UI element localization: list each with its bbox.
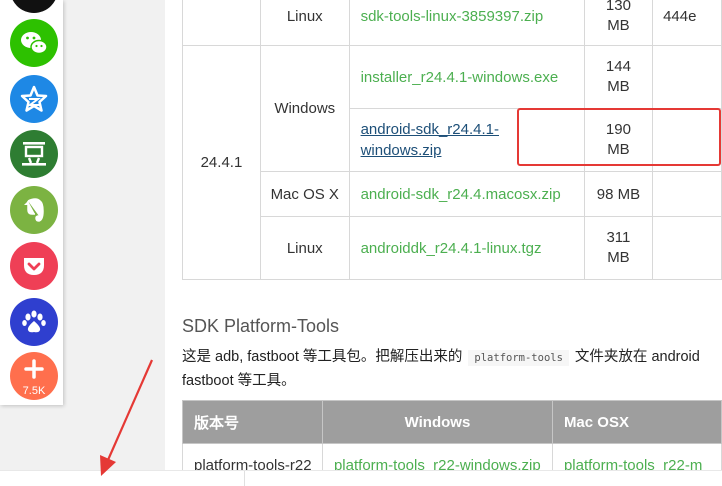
highlight-box bbox=[517, 108, 721, 166]
size-cell: 98 MB bbox=[583, 171, 654, 217]
os-cell: Linux bbox=[259, 216, 350, 280]
table-row: Linux sdk-tools-linux-3859397.zip 130 MB… bbox=[182, 0, 722, 46]
table-row: Mac OS X android-sdk_r24.4.macosx.zip 98… bbox=[183, 171, 722, 217]
table-row: 24.4.1 Windows installer_r24.4.1-windows… bbox=[182, 45, 722, 280]
download-link[interactable]: android-sdk_r24.4.macosx.zip bbox=[348, 171, 585, 217]
section-title: SDK Platform-Tools bbox=[182, 316, 340, 336]
content-page: Linux sdk-tools-linux-3859397.zip 130 MB… bbox=[165, 0, 722, 485]
wechat-icon[interactable] bbox=[10, 19, 58, 67]
share-count: 7.5K bbox=[22, 385, 46, 397]
pocket-icon[interactable] bbox=[10, 242, 58, 290]
size-cell: 144 MB bbox=[583, 45, 654, 109]
bottom-bar bbox=[0, 470, 722, 486]
col-macosx: Mac OSX bbox=[551, 400, 722, 444]
section-description: 这是 adb, fastboot 等工具包。把解压出来的 platform-too… bbox=[182, 349, 700, 389]
share-sidebar: 7.5K bbox=[0, 0, 63, 405]
hash-cell: 444e bbox=[652, 0, 722, 46]
os-cell: Linux bbox=[259, 0, 350, 46]
size-cell: 311 MB bbox=[583, 216, 654, 280]
plus-icon[interactable]: 7.5K bbox=[10, 352, 58, 400]
os-cell: Windows bbox=[259, 45, 350, 172]
col-version: 版本号 bbox=[182, 400, 323, 444]
download-link[interactable]: sdk-tools-linux-3859397.zip bbox=[348, 0, 585, 46]
qzone-star-icon[interactable] bbox=[10, 75, 58, 123]
table-header-row: 版本号 Windows Mac OSX bbox=[182, 400, 722, 444]
size-cell: 130 MB bbox=[583, 0, 654, 46]
github-icon[interactable] bbox=[10, 0, 58, 13]
os-cell: Mac OS X bbox=[259, 171, 350, 217]
col-windows: Windows bbox=[321, 400, 553, 444]
inline-code: platform-tools bbox=[468, 350, 569, 366]
evernote-icon[interactable] bbox=[10, 186, 58, 234]
version-cell: 24.4.1 bbox=[182, 45, 261, 280]
douban-icon[interactable] bbox=[10, 130, 58, 178]
baidu-paw-icon[interactable] bbox=[10, 298, 58, 346]
download-link[interactable]: installer_r24.4.1-windows.exe bbox=[348, 45, 585, 109]
table-row: Linux androiddk_r24.4.1-linux.tgz 311 MB bbox=[183, 216, 722, 280]
download-link[interactable]: androiddk_r24.4.1-linux.tgz bbox=[348, 216, 585, 280]
